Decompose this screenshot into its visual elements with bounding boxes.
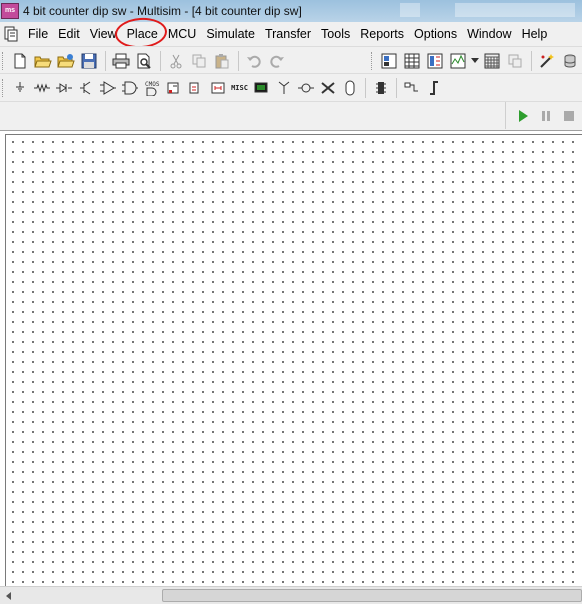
open-samples-icon[interactable]: [55, 50, 77, 72]
place-bus-icon[interactable]: [401, 77, 422, 99]
menu-options[interactable]: Options: [409, 23, 462, 45]
place-misc-icon[interactable]: MISC: [229, 77, 250, 99]
place-transistor-icon[interactable]: [75, 77, 96, 99]
toolbar-separator: [396, 77, 397, 98]
save-icon[interactable]: [78, 50, 100, 72]
place-ttl-icon[interactable]: [119, 77, 140, 99]
toolbar-grip[interactable]: [2, 78, 6, 97]
menu-reports[interactable]: Reports: [355, 23, 409, 45]
window-title: 4 bit counter dip sw - Multisim - [4 bit…: [23, 4, 302, 18]
scrollbar-thumb[interactable]: [162, 589, 582, 602]
toolbar-separator: [531, 50, 532, 71]
horizontal-scrollbar[interactable]: [0, 586, 582, 604]
place-source-icon[interactable]: [9, 77, 30, 99]
misc-label: MISC: [231, 83, 248, 92]
place-rf-icon[interactable]: [273, 77, 294, 99]
toolbar-separator: [105, 50, 106, 71]
dropdown-icon[interactable]: [470, 50, 480, 72]
blurred-region: [400, 3, 420, 17]
database-icon[interactable]: [559, 50, 581, 72]
document-icon[interactable]: [3, 26, 19, 42]
menu-help[interactable]: Help: [517, 23, 553, 45]
place-mcu-icon[interactable]: [339, 77, 360, 99]
menu-window[interactable]: Window: [462, 23, 516, 45]
toolbar-separator: [365, 77, 366, 98]
place-basic-icon[interactable]: [31, 77, 52, 99]
menu-file[interactable]: File: [23, 23, 53, 45]
grapher-icon[interactable]: [447, 50, 469, 72]
breadboard-icon[interactable]: [424, 50, 446, 72]
menu-tools[interactable]: Tools: [316, 23, 355, 45]
simulation-toolbar-row: [0, 101, 582, 130]
copy-icon[interactable]: [188, 50, 210, 72]
svg-text:CMOS: CMOS: [145, 81, 160, 88]
standard-toolbar: [0, 46, 582, 74]
menu-transfer[interactable]: Transfer: [260, 23, 316, 45]
place-mixed-icon[interactable]: [163, 77, 184, 99]
run-icon[interactable]: [512, 105, 534, 127]
print-preview-icon[interactable]: [133, 50, 155, 72]
component-wizard-icon[interactable]: [536, 50, 558, 72]
place-indicator-icon[interactable]: [185, 77, 206, 99]
place-electromechanical-icon[interactable]: [295, 77, 316, 99]
schematic-canvas[interactable]: [5, 134, 582, 588]
toolbar-grip[interactable]: [371, 51, 375, 70]
title-bar: ms 4 bit counter dip sw - Multisim - [4 …: [0, 0, 582, 22]
print-icon[interactable]: [110, 50, 132, 72]
design-toolbox-icon[interactable]: [378, 50, 400, 72]
menu-edit[interactable]: Edit: [53, 23, 85, 45]
scroll-left-icon[interactable]: [2, 589, 16, 603]
multisim-app-icon[interactable]: ms: [1, 3, 19, 19]
toolbar-separator: [160, 50, 161, 71]
place-hierarchical-block-icon[interactable]: [370, 77, 391, 99]
undo-icon[interactable]: [243, 50, 265, 72]
postprocessor-icon[interactable]: [481, 50, 503, 72]
toolbar-grip[interactable]: [2, 51, 6, 70]
blurred-region: [455, 3, 575, 17]
menu-mcu[interactable]: MCU: [163, 23, 201, 45]
new-icon[interactable]: [9, 50, 31, 72]
toolbar-separator: [238, 50, 239, 71]
place-cmos-icon[interactable]: CMOS: [141, 77, 162, 99]
view-toolbar: [369, 47, 582, 74]
place-power-icon[interactable]: [207, 77, 228, 99]
stop-icon[interactable]: [558, 105, 580, 127]
spreadsheet-icon[interactable]: [401, 50, 423, 72]
place-ni-icon[interactable]: [317, 77, 338, 99]
place-advanced-peripherals-icon[interactable]: [251, 77, 272, 99]
ercs-icon[interactable]: [504, 50, 526, 72]
simulation-toolbar: [505, 102, 582, 129]
cut-icon[interactable]: [165, 50, 187, 72]
place-analog-icon[interactable]: [97, 77, 118, 99]
workspace: [0, 130, 582, 588]
menu-simulate[interactable]: Simulate: [201, 23, 260, 45]
menu-bar: File Edit View Place MCU Simulate Transf…: [0, 22, 582, 45]
open-icon[interactable]: [32, 50, 54, 72]
paste-icon[interactable]: [211, 50, 233, 72]
redo-icon[interactable]: [266, 50, 288, 72]
place-diode-icon[interactable]: [53, 77, 74, 99]
place-connector-icon[interactable]: [423, 77, 444, 99]
pause-icon[interactable]: [535, 105, 557, 127]
components-toolbar: CMOS MISC: [0, 73, 582, 101]
